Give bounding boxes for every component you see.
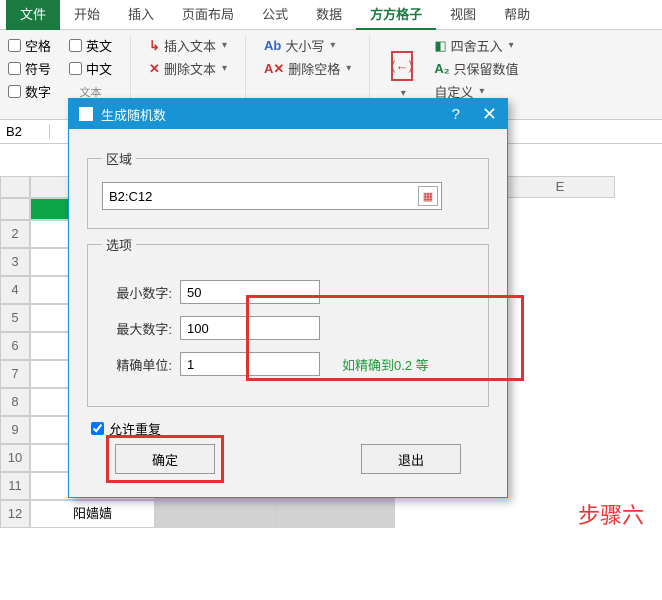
step-label: 步骤六 (578, 498, 644, 530)
ribbon-sep-2 (245, 36, 246, 106)
row-10[interactable]: 10 (0, 444, 30, 472)
chk-english[interactable]: 英文 (69, 36, 112, 55)
row-5[interactable]: 5 (0, 304, 30, 332)
col-e[interactable]: E (505, 176, 615, 198)
prec-hint: 如精确到0.2 等 (342, 355, 429, 374)
svg-text:(←): (←) (391, 58, 413, 73)
row-6[interactable]: 6 (0, 332, 30, 360)
btn-delete-text[interactable]: ✕删除文本▾ (149, 59, 227, 78)
tab-help[interactable]: 帮助 (490, 0, 544, 30)
max-input[interactable] (180, 316, 320, 340)
dialog-icon (79, 107, 93, 121)
min-input[interactable] (180, 280, 320, 304)
tab-view[interactable]: 视图 (436, 0, 490, 30)
region-input-wrap[interactable]: B2:C12 ▦ (102, 182, 442, 210)
dialog-close-icon[interactable]: ✕ (482, 104, 497, 125)
dialog-title-text: 生成随机数 (101, 105, 166, 124)
row-headers: 2 3 4 5 6 7 8 9 10 11 12 (0, 198, 30, 528)
row-3[interactable]: 3 (0, 248, 30, 276)
max-label: 最大数字: (102, 319, 172, 338)
ribbon-sep-3 (369, 36, 370, 106)
dialog-help-icon[interactable]: ? (452, 106, 460, 123)
row-9[interactable]: 9 (0, 416, 30, 444)
tab-insert[interactable]: 插入 (114, 0, 168, 30)
row-2[interactable]: 2 (0, 220, 30, 248)
range-picker-icon[interactable]: ▦ (418, 186, 438, 206)
prec-label: 精确单位: (102, 355, 172, 374)
dialog-body: 区域 B2:C12 ▦ 选项 最小数字: 最大数字: 精确单位: 如精确到0.2… (69, 129, 507, 488)
tab-fgz[interactable]: 方方格子 (356, 0, 436, 30)
btn-keep-number[interactable]: A₂只保留数值 (434, 59, 518, 78)
btn-delete-space[interactable]: A✕删除空格▾ (264, 59, 351, 78)
tab-start[interactable]: 开始 (60, 0, 114, 30)
prec-input[interactable] (180, 352, 320, 376)
allow-repeat-checkbox[interactable]: 允许重复 (91, 419, 489, 438)
ribbon-tabs: 文件 开始 插入 页面布局 公式 数据 方方格子 视图 帮助 (0, 0, 662, 30)
btn-case-convert[interactable]: Ab大小写▾ (264, 36, 351, 55)
fieldset-region: 区域 B2:C12 ▦ (87, 149, 489, 229)
legend-options: 选项 (102, 235, 136, 254)
chk-symbol[interactable]: 符号 (8, 59, 51, 78)
dialog-titlebar[interactable]: 生成随机数 ? ✕ (69, 99, 507, 129)
chk-chinese[interactable]: 中文 (69, 59, 112, 78)
row-4[interactable]: 4 (0, 276, 30, 304)
tab-file[interactable]: 文件 (6, 0, 60, 30)
cancel-button[interactable]: 退出 (361, 444, 461, 474)
row-12[interactable]: 12 (0, 500, 30, 528)
ribbon-sep-1 (130, 36, 131, 106)
name-box[interactable]: B2 (0, 124, 50, 139)
random-dialog: 生成随机数 ? ✕ 区域 B2:C12 ▦ 选项 最小数字: 最大数字: (68, 98, 508, 498)
ok-button[interactable]: 确定 (115, 444, 215, 474)
tab-formula[interactable]: 公式 (248, 0, 302, 30)
tab-data[interactable]: 数据 (302, 0, 356, 30)
cell-a12[interactable]: 阳嫱嫱 (30, 500, 155, 528)
chk-space[interactable]: 空格 (8, 36, 51, 55)
row-7[interactable]: 7 (0, 360, 30, 388)
row-11[interactable]: 11 (0, 472, 30, 500)
tab-layout[interactable]: 页面布局 (168, 0, 248, 30)
min-label: 最小数字: (102, 283, 172, 302)
btn-insert-text[interactable]: ↳插入文本▾ (149, 36, 227, 55)
fieldset-options: 选项 最小数字: 最大数字: 精确单位: 如精确到0.2 等 (87, 235, 489, 407)
btn-rounding[interactable]: ◧四舍五入▾ (434, 36, 518, 55)
row-8[interactable]: 8 (0, 388, 30, 416)
chk-number[interactable]: 数字 (8, 82, 51, 101)
clipboard-icon[interactable]: (←) (388, 50, 416, 84)
row-1[interactable] (0, 198, 30, 220)
region-value: B2:C12 (109, 189, 152, 204)
select-all-corner[interactable] (0, 176, 30, 198)
legend-region: 区域 (102, 149, 136, 168)
